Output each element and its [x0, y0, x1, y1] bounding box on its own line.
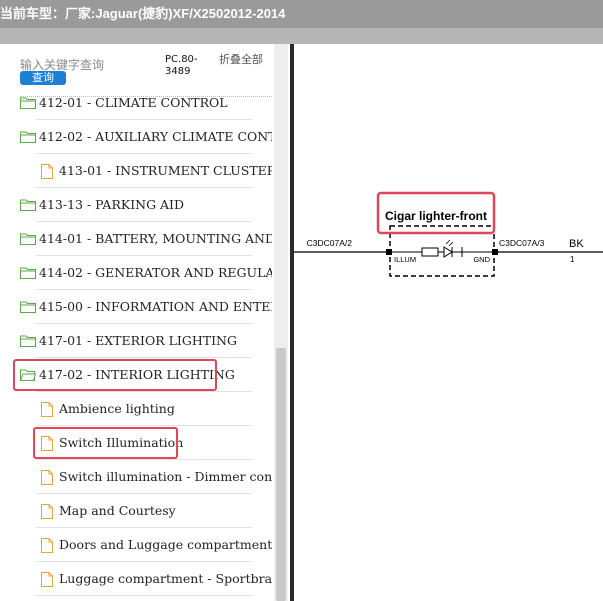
pc-code-label: PC.80-3489: [165, 54, 198, 77]
folder-icon: [20, 233, 36, 245]
tree-item-label: 412-01 - CLIMATE CONTROL: [39, 95, 228, 110]
wire-color-label: BK: [569, 238, 584, 250]
tree-item-folder[interactable]: 417-01 - EXTERIOR LIGHTING: [0, 324, 272, 358]
tree-item-document[interactable]: Switch illumination - Dimmer controller: [0, 460, 272, 494]
document-icon: [41, 538, 53, 553]
tree-item-document[interactable]: Switch Illumination: [0, 426, 272, 460]
right-pin: [492, 249, 498, 255]
tree-item-label: Luggage compartment - Sportbrake: [59, 571, 272, 586]
folder-icon: [20, 131, 36, 143]
tree-item-document[interactable]: Ambience lighting: [0, 392, 272, 426]
folder-icon: [20, 97, 36, 109]
gnd-pin-label: GND: [473, 255, 490, 264]
header-separator: [0, 28, 603, 44]
vehicle-header-bar: 当前车型：厂家:Jaguar(捷豹)XF/X2502012-2014: [0, 0, 603, 28]
search-button[interactable]: 查询: [20, 71, 66, 85]
tree-item-label: 414-02 - GENERATOR AND REGULATOR: [39, 265, 272, 280]
component-tree: 412-01 - CLIMATE CONTROL 412-02 - AUXILIA…: [0, 86, 272, 596]
tree-item-label: 414-01 - BATTERY, MOUNTING AND CABLES: [39, 231, 272, 246]
folder-icon: [20, 335, 36, 347]
right-connector-label: C3DC07A/3: [499, 238, 545, 248]
left-connector-label: C3DC07A/2: [307, 238, 353, 248]
tree-item-label: 413-13 - PARKING AID: [39, 197, 185, 212]
document-icon: [41, 470, 53, 485]
tree-item-label: 413-01 - INSTRUMENT CLUSTER: [59, 163, 272, 178]
tree-item-folder[interactable]: 417-02 - INTERIOR LIGHTING: [0, 358, 272, 392]
folder-icon: [20, 267, 36, 279]
tree-item-document[interactable]: Map and Courtesy: [0, 494, 272, 528]
tree-item-label: Ambience lighting: [59, 401, 175, 416]
tree-item-label: Doors and Luggage compartment: [59, 537, 272, 552]
selection-highlight: [33, 427, 178, 459]
vehicle-info: 当前车型：厂家:Jaguar(捷豹)XF/X2502012-2014: [0, 1, 285, 27]
tree-item-folder[interactable]: 412-02 - AUXILIARY CLIMATE CONTROL: [0, 120, 272, 154]
left-pin: [386, 249, 392, 255]
folder-icon: [20, 301, 36, 313]
vehicle-value: 厂家:Jaguar(捷豹)XF/X2502012-2014: [65, 6, 286, 21]
tree-item-folder[interactable]: 414-02 - GENERATOR AND REGULATOR: [0, 256, 272, 290]
tree-item-label: Map and Courtesy: [59, 503, 176, 518]
tree-item-label: Switch illumination - Dimmer controller: [59, 469, 272, 484]
tree-item-document[interactable]: Doors and Luggage compartment: [0, 528, 272, 562]
document-icon: [41, 164, 53, 179]
led-symbol: [443, 246, 453, 258]
wire-number-label: 1: [570, 255, 575, 264]
document-icon: [41, 504, 53, 519]
led-light-rays: [445, 239, 454, 247]
wiring-diagram-panel: Cigar lighter-front C3DC07A/2 C3DC07A/3 …: [294, 44, 603, 601]
folder-icon: [20, 199, 36, 211]
tree-item-document[interactable]: Luggage compartment - Sportbrake: [0, 562, 272, 596]
tree-scrollbar-thumb[interactable]: [276, 348, 286, 601]
component-title[interactable]: Cigar lighter-front: [385, 209, 487, 223]
tree-item-folder[interactable]: 414-01 - BATTERY, MOUNTING AND CABLES: [0, 222, 272, 256]
tree-item-folder[interactable]: 412-01 - CLIMATE CONTROL: [0, 86, 272, 120]
document-icon: [41, 402, 53, 417]
tree-item-folder[interactable]: 415-00 - INFORMATION AND ENTERTAINMENT: [0, 290, 272, 324]
resistor-symbol: [421, 247, 439, 257]
tree-item-label: 412-02 - AUXILIARY CLIMATE CONTROL: [39, 129, 272, 144]
illum-pin-label: ILLUM: [394, 255, 416, 264]
tree-item-document[interactable]: 413-01 - INSTRUMENT CLUSTER: [0, 154, 272, 188]
navigation-panel: 查询 PC.80-3489 折叠全部 412-01 - CLIMATE CONT…: [0, 44, 290, 601]
tree-item-label: 415-00 - INFORMATION AND ENTERTAINMENT: [39, 299, 272, 314]
wiring-diagram: Cigar lighter-front C3DC07A/2 C3DC07A/3 …: [294, 191, 603, 277]
selection-highlight: [13, 359, 217, 391]
tree-item-label: 417-01 - EXTERIOR LIGHTING: [39, 333, 237, 348]
document-icon: [41, 572, 53, 587]
vehicle-label: 当前车型：: [0, 6, 66, 21]
tree-item-folder[interactable]: 413-13 - PARKING AID: [0, 188, 272, 222]
collapse-all-button[interactable]: 折叠全部: [219, 54, 265, 66]
row-divider: [36, 595, 252, 596]
